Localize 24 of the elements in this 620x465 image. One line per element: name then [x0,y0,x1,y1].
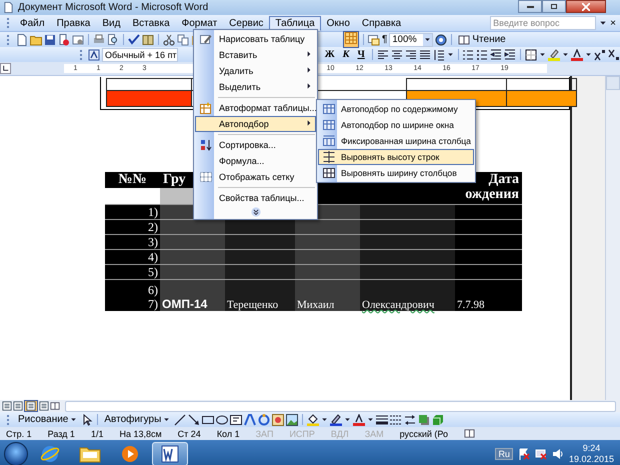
table-cell: Олександрович [360,279,455,311]
table-cell: 3) [105,234,160,249]
status-item: Разд 1 [48,428,75,438]
status-item: русский (Ро [400,428,448,438]
window-title: Документ Microsoft Word - Microsoft Word [18,2,208,13]
status-item: Кол 1 [216,428,240,438]
status-item: ИСПР [289,428,315,438]
status-item: ЗАП [256,428,274,438]
table-cell: 2) [105,219,160,234]
status-item: 1/1 [90,428,104,438]
table-cell: Терещенко [225,279,295,311]
table-cell: ОМП-14 [160,279,225,311]
table-cell: 6) 7) [105,279,160,311]
table-cell: 4) [105,249,160,264]
status-item: ЗАМ [364,428,384,438]
table-cell: Михаил [295,279,360,311]
status-item: На 13,8см [119,428,162,438]
status-item: ВДЛ [330,428,349,438]
table-cell: 1) [105,204,160,219]
status-item: Стр. 1 [6,428,32,438]
table-header-cell: Дата ождения [455,172,522,204]
table-cell: 7.7.98 [455,279,522,311]
table-cell: 5) [105,264,160,279]
status-item: Ст 24 [178,428,201,438]
